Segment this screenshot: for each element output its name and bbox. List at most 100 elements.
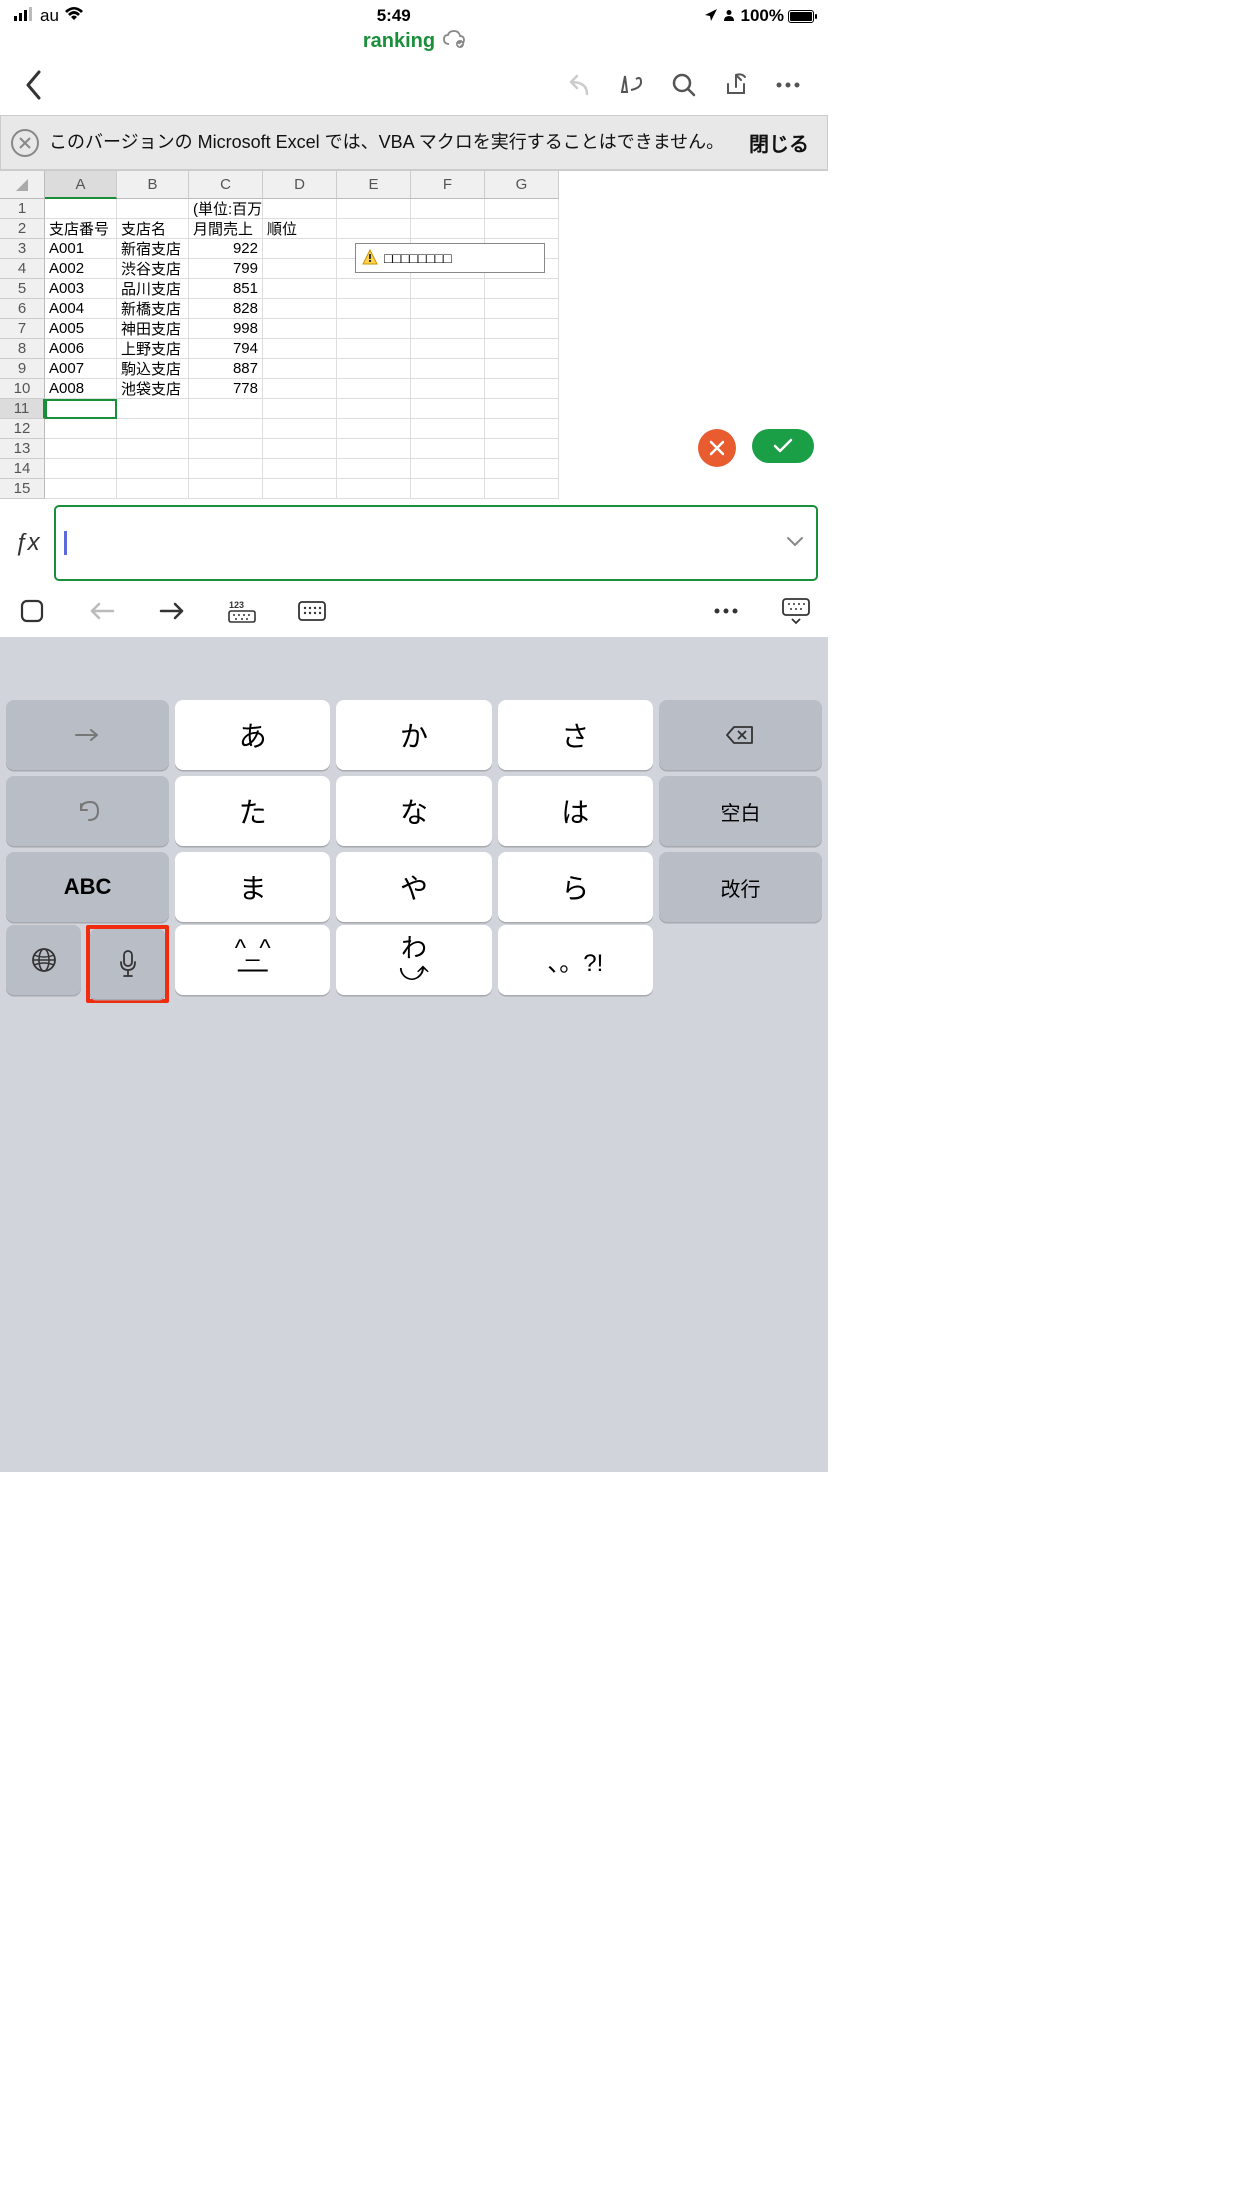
- nav-more-button[interactable]: [702, 591, 750, 631]
- row-header[interactable]: 9: [0, 359, 45, 379]
- more-button[interactable]: [762, 63, 814, 107]
- cell[interactable]: [45, 459, 117, 479]
- cell[interactable]: [337, 299, 411, 319]
- key-undo[interactable]: [6, 776, 169, 846]
- cell[interactable]: [485, 379, 559, 399]
- row-header[interactable]: 3: [0, 239, 45, 259]
- cell[interactable]: [263, 379, 337, 399]
- formula-input[interactable]: [67, 533, 782, 554]
- cell[interactable]: [189, 459, 263, 479]
- cell[interactable]: [485, 459, 559, 479]
- cell[interactable]: 支店名: [117, 219, 189, 239]
- cell[interactable]: [411, 439, 485, 459]
- cell[interactable]: [263, 459, 337, 479]
- cell[interactable]: [263, 399, 337, 419]
- key-ta[interactable]: た: [175, 776, 330, 846]
- cell[interactable]: [337, 319, 411, 339]
- row-header[interactable]: 6: [0, 299, 45, 319]
- cell[interactable]: [337, 279, 411, 299]
- cell[interactable]: [117, 459, 189, 479]
- cell[interactable]: [411, 359, 485, 379]
- cell[interactable]: [189, 399, 263, 419]
- cell[interactable]: [485, 479, 559, 499]
- key-abc[interactable]: ABC: [6, 852, 169, 922]
- hide-keyboard-button[interactable]: [772, 591, 820, 631]
- cell[interactable]: [45, 439, 117, 459]
- cell[interactable]: [337, 359, 411, 379]
- cell[interactable]: [411, 219, 485, 239]
- cell[interactable]: [411, 199, 485, 219]
- cell[interactable]: A003: [45, 279, 117, 299]
- cell[interactable]: A007: [45, 359, 117, 379]
- cell[interactable]: 922: [189, 239, 263, 259]
- select-all-corner[interactable]: [0, 171, 45, 199]
- cell[interactable]: [337, 379, 411, 399]
- cell[interactable]: 887: [189, 359, 263, 379]
- back-button[interactable]: [14, 65, 54, 105]
- key-space[interactable]: 空白: [659, 776, 822, 846]
- cell[interactable]: 品川支店: [117, 279, 189, 299]
- cell[interactable]: 上野支店: [117, 339, 189, 359]
- col-header-D[interactable]: D: [263, 171, 337, 199]
- cell[interactable]: [411, 279, 485, 299]
- key-enter[interactable]: 改行: [659, 852, 822, 922]
- cell[interactable]: [189, 479, 263, 499]
- cell[interactable]: [263, 299, 337, 319]
- cell[interactable]: A005: [45, 319, 117, 339]
- cell[interactable]: A001: [45, 239, 117, 259]
- cell[interactable]: [263, 419, 337, 439]
- key-wa[interactable]: わ⤻: [336, 925, 491, 995]
- cell[interactable]: [411, 419, 485, 439]
- cell[interactable]: 渋谷支店: [117, 259, 189, 279]
- nav-prev-button[interactable]: [78, 591, 126, 631]
- cell[interactable]: 順位: [263, 219, 337, 239]
- share-button[interactable]: [710, 63, 762, 107]
- key-ha[interactable]: は: [498, 776, 653, 846]
- key-punct[interactable]: 、。?!: [498, 925, 653, 995]
- row-header[interactable]: 4: [0, 259, 45, 279]
- cell[interactable]: A008: [45, 379, 117, 399]
- cell[interactable]: 新宿支店: [117, 239, 189, 259]
- key-ma[interactable]: ま: [175, 852, 330, 922]
- cell[interactable]: [411, 299, 485, 319]
- formula-input-container[interactable]: [54, 505, 818, 581]
- row-header[interactable]: 13: [0, 439, 45, 459]
- cell[interactable]: [411, 459, 485, 479]
- key-na[interactable]: な: [336, 776, 491, 846]
- col-header-F[interactable]: F: [411, 171, 485, 199]
- cell[interactable]: [45, 399, 117, 419]
- row-header[interactable]: 15: [0, 479, 45, 499]
- cell[interactable]: [337, 479, 411, 499]
- card-view-button[interactable]: [8, 591, 56, 631]
- cell[interactable]: [485, 339, 559, 359]
- cell[interactable]: [263, 239, 337, 259]
- key-a[interactable]: あ: [175, 700, 330, 770]
- cell[interactable]: [263, 339, 337, 359]
- cell[interactable]: [411, 319, 485, 339]
- key-tab[interactable]: [6, 700, 169, 770]
- cell[interactable]: 池袋支店: [117, 379, 189, 399]
- cell[interactable]: [117, 199, 189, 219]
- cell[interactable]: 828: [189, 299, 263, 319]
- spreadsheet[interactable]: ABCDEFG 1(単位:百万円)2支店番号支店名月間売上順位3A001新宿支店…: [0, 170, 828, 499]
- text-keyboard-button[interactable]: [288, 591, 336, 631]
- row-header[interactable]: 12: [0, 419, 45, 439]
- cell[interactable]: [263, 439, 337, 459]
- row-header[interactable]: 7: [0, 319, 45, 339]
- cell[interactable]: [263, 199, 337, 219]
- number-keyboard-button[interactable]: 123: [218, 591, 266, 631]
- col-header-C[interactable]: C: [189, 171, 263, 199]
- cell[interactable]: [337, 199, 411, 219]
- cell[interactable]: [189, 439, 263, 459]
- cell[interactable]: A006: [45, 339, 117, 359]
- cell[interactable]: [117, 419, 189, 439]
- cell[interactable]: [485, 419, 559, 439]
- error-popup[interactable]: □□□□□□□□: [355, 243, 545, 273]
- col-header-G[interactable]: G: [485, 171, 559, 199]
- row-header[interactable]: 8: [0, 339, 45, 359]
- cell[interactable]: [485, 199, 559, 219]
- key-globe[interactable]: [6, 925, 81, 995]
- row-header[interactable]: 1: [0, 199, 45, 219]
- row-header[interactable]: 2: [0, 219, 45, 239]
- row-header[interactable]: 11: [0, 399, 45, 419]
